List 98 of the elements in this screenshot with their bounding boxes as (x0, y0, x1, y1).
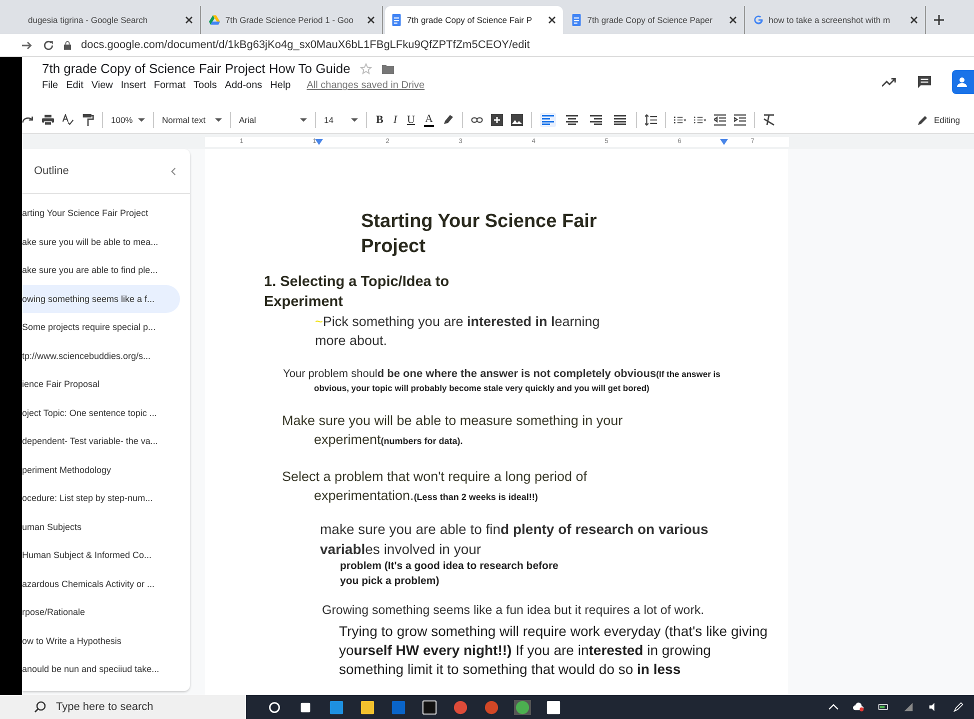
menu-item[interactable]: Add-ons (224, 80, 262, 91)
taskbar-search-field[interactable]: Type here to search (0, 695, 246, 719)
zoom-dropdown[interactable]: 100% (111, 115, 145, 125)
browser-tab[interactable]: 7th grade Copy of Science Fair P (384, 6, 564, 34)
menu-item[interactable]: File (42, 80, 58, 91)
battery-icon[interactable] (878, 702, 889, 712)
align-button[interactable] (540, 113, 556, 127)
outline-item[interactable]: ow to Write a Hypothesis (22, 626, 180, 655)
pencil-icon (918, 115, 928, 125)
caret-icon (351, 118, 358, 122)
align-button[interactable] (564, 113, 580, 127)
chevron-up-icon[interactable] (828, 702, 839, 712)
lock-icon (64, 40, 71, 50)
decrease-indent-icon[interactable] (714, 114, 726, 126)
caret-icon (138, 118, 145, 122)
caret-icon (300, 118, 307, 122)
outline-item[interactable]: tp://www.sciencebuddies.org/s... (22, 342, 180, 370)
print-icon[interactable] (42, 114, 54, 126)
new-tab-icon[interactable] (934, 15, 944, 25)
outline-item[interactable]: ocedure: List step by step-num... (22, 484, 180, 512)
outline-item[interactable]: ience Fair Proposal (22, 370, 180, 398)
link-icon[interactable] (470, 114, 483, 126)
paragraph: Make sure you will be able to measure something in your experiment(numbers for data). (281, 412, 624, 449)
outline-title: Outline (34, 165, 69, 177)
menu-item[interactable]: Insert (120, 80, 146, 91)
close-icon[interactable] (184, 15, 194, 25)
menu-item[interactable]: View (91, 80, 113, 91)
line-spacing-icon[interactable] (644, 114, 657, 126)
menu-item[interactable]: Edit (66, 80, 84, 91)
reload-icon[interactable] (43, 40, 54, 50)
indent-marker-icon[interactable] (315, 138, 323, 144)
format-button[interactable]: I (392, 114, 398, 126)
paragraph-style-dropdown[interactable]: Normal text (162, 115, 222, 125)
collapse-chevron-icon[interactable] (171, 166, 176, 176)
document-title-heading: Starting Your Science Fair Project (361, 210, 598, 259)
person-icon (957, 77, 969, 87)
align-button[interactable] (588, 113, 604, 127)
document-icon (390, 14, 402, 26)
trend-line-icon[interactable] (882, 76, 897, 88)
close-icon[interactable] (909, 15, 920, 25)
editing-mode-label: Editing (934, 115, 960, 125)
outline-item[interactable]: ake sure you are able to find ple... (22, 256, 180, 284)
paragraph: ~Pick something you are interested in learning more about. (315, 313, 601, 350)
outline-item[interactable]: arting Your Science Fair Project (22, 199, 180, 228)
image-icon[interactable] (510, 114, 523, 126)
outline-item[interactable]: Human Subject & Informed Co... (22, 541, 180, 570)
outline-item[interactable]: oject Topic: One sentence topic ... (22, 398, 180, 427)
close-icon[interactable] (547, 15, 558, 25)
document-icon (571, 14, 582, 26)
highlighter-icon[interactable] (442, 114, 454, 126)
close-icon[interactable] (728, 15, 738, 25)
close-icon[interactable] (366, 15, 376, 25)
format-button[interactable]: A (424, 114, 434, 126)
font-size-dropdown[interactable]: 14 (324, 115, 358, 125)
outline-item[interactable]: owing something seems like a f... (22, 284, 180, 313)
star-icon[interactable] (360, 62, 372, 74)
paragraph: Trying to grow something will require work everyday (that's like giving yourself HW every night!!) If you are interested in growing something limit it to something that would do so in less (339, 622, 769, 679)
g-logo-icon (752, 14, 764, 26)
paragraph: Your problem should be one where the answer is not completely obvious(If the answer is obvious, your topic will probably become stale very quickly and you will get bored) (282, 367, 722, 395)
add-comment-icon[interactable] (490, 114, 503, 126)
paint-format-icon[interactable] (82, 114, 94, 126)
menu-item[interactable]: Tools (194, 80, 217, 91)
menu-item[interactable]: Format (154, 80, 186, 91)
pen-icon[interactable] (953, 702, 964, 712)
menu-item[interactable]: Help (270, 80, 291, 91)
cloud-icon[interactable] (853, 702, 864, 712)
editing-mode-button[interactable]: Editing (918, 115, 960, 125)
format-button[interactable]: U (406, 114, 416, 126)
align-button[interactable] (612, 113, 628, 127)
save-status-link[interactable]: All changes saved in Drive (306, 80, 425, 91)
outline-item[interactable]: dependent- Test variable- the va... (22, 427, 180, 456)
indent-marker-icon[interactable] (720, 138, 728, 144)
spellcheck-icon[interactable] (62, 114, 74, 126)
increase-indent-icon[interactable] (734, 114, 746, 126)
paragraph: problem (It's a good idea to research before you pick a problem) (340, 559, 560, 589)
clear-formatting-icon[interactable] (762, 114, 775, 126)
outline-item[interactable]: periment Methodology (22, 456, 180, 484)
search-icon (34, 701, 46, 713)
forward-arrow-icon[interactable] (22, 40, 33, 50)
outline-item[interactable]: anould be nun and speciiud take... (22, 655, 180, 684)
numbered-list-icon[interactable] (674, 114, 686, 126)
paragraph: make sure you are able to find plenty of research on various variables involved in your (320, 520, 710, 559)
paragraph: Select a problem that won't require a long period of experimentation.(Less than 2 weeks is ideal!!) (281, 468, 588, 505)
outline-item[interactable]: azardous Chemicals Activity or ... (22, 570, 180, 598)
outline-item[interactable]: ake sure you will be able to mea... (22, 228, 180, 256)
document-title[interactable]: 7th grade Copy of Science Fair Project How To Guide (42, 61, 350, 76)
font-dropdown[interactable]: Arial (239, 115, 307, 125)
share-button[interactable] (952, 70, 974, 94)
bulleted-list-icon[interactable] (694, 114, 706, 126)
section-heading: 1. Selecting a Topic/Idea to Experiment (264, 273, 450, 312)
outline-item[interactable]: rpose/Rationale (22, 598, 180, 626)
paragraph: Growing something seems like a fun idea but it requires a lot of work. (322, 602, 706, 619)
comment-icon[interactable] (917, 76, 932, 88)
outline-item[interactable]: uman Subjects (22, 512, 180, 541)
outline-item[interactable]: Some projects require special p... (22, 313, 180, 342)
triangle-logo-icon (209, 14, 220, 26)
caret-icon (215, 118, 222, 122)
format-button[interactable]: B (375, 114, 384, 126)
